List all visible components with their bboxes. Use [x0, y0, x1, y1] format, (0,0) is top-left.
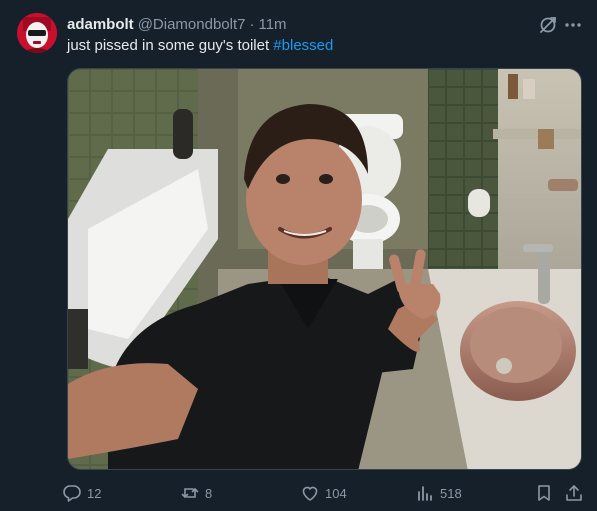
reply-count: 12 — [87, 485, 102, 501]
repost-count: 8 — [205, 485, 213, 501]
views-count: 518 — [440, 485, 462, 501]
bookmark-button[interactable] — [534, 482, 554, 504]
repost-icon — [181, 488, 199, 498]
like-count: 104 — [325, 485, 347, 501]
reply-icon — [63, 485, 81, 502]
display-name[interactable]: adambolt — [67, 16, 134, 33]
separator-dot: · — [249, 15, 255, 33]
avatar[interactable] — [17, 13, 57, 53]
hashtag-link[interactable]: #blessed — [273, 37, 333, 54]
tweet-header: adambolt @Diamondbolt7 · 11m — [67, 14, 517, 34]
selfie-bathroom-photo — [68, 69, 581, 469]
share-icon — [566, 485, 582, 501]
user-handle[interactable]: @Diamondbolt7 — [138, 16, 246, 33]
tweet[interactable]: adambolt @Diamondbolt7 · 11m just pissed… — [0, 0, 597, 511]
tweet-text-body: just pissed in some guy's toilet — [67, 37, 274, 54]
action-bar: 12 8 104 518 — [62, 482, 590, 504]
reply-button[interactable]: 12 — [62, 482, 101, 504]
like-icon — [302, 486, 318, 501]
tweet-text: just pissed in some guy's toilet #blesse… — [67, 36, 577, 56]
repost-button[interactable]: 8 — [180, 482, 212, 504]
grok-icon[interactable] — [538, 15, 558, 35]
avatar-image — [17, 13, 57, 53]
views-icon — [418, 486, 432, 501]
more-icon[interactable] — [563, 15, 583, 35]
bookmark-icon — [538, 485, 550, 501]
timestamp[interactable]: 11m — [258, 16, 286, 33]
share-button[interactable] — [564, 482, 584, 504]
like-button[interactable]: 104 — [300, 482, 347, 504]
tweet-photo[interactable] — [67, 68, 582, 470]
views-button[interactable]: 518 — [415, 482, 462, 504]
